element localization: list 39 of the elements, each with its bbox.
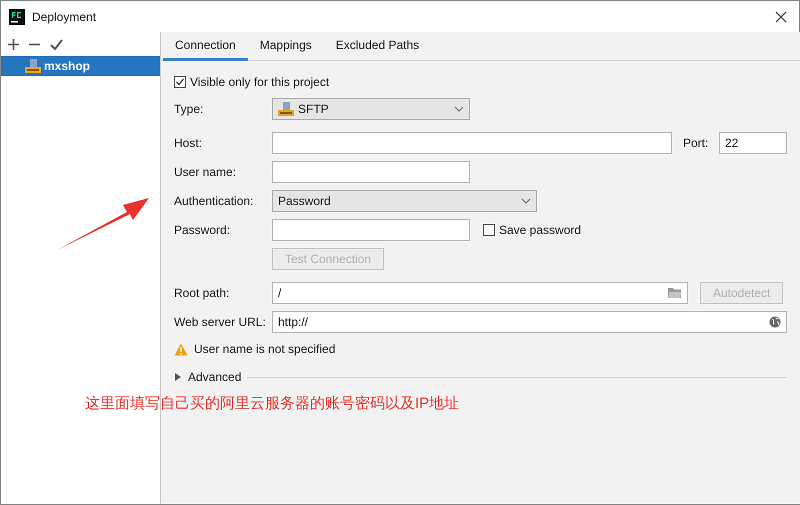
field-label: User name: bbox=[174, 164, 238, 178]
root-path-field[interactable]: / bbox=[272, 282, 688, 304]
type-dropdown[interactable]: SFTP bbox=[272, 98, 470, 120]
field-label: Authentication: bbox=[174, 194, 254, 208]
checkbox-label: Save password bbox=[499, 222, 582, 236]
warning-message: User name is not specified bbox=[194, 342, 336, 356]
field-label: Web server URL: bbox=[174, 314, 267, 328]
annotation-text: 这里面填写自己买的阿里云服务器的账号密码以及IP地址 bbox=[85, 394, 460, 413]
sidebar-item[interactable]: mxshop bbox=[1, 56, 160, 76]
checkbox-label: Visible only for this project bbox=[190, 75, 330, 89]
tab[interactable]: Excluded Paths bbox=[324, 32, 432, 61]
server-icon bbox=[278, 100, 294, 116]
password-field[interactable] bbox=[272, 218, 470, 240]
dropdown-caret-icon bbox=[454, 106, 464, 112]
globe-icon[interactable] bbox=[769, 316, 781, 328]
folder-icon[interactable] bbox=[668, 287, 682, 298]
field-label: Port: bbox=[683, 136, 710, 150]
field-label: Password: bbox=[174, 222, 232, 236]
warning-icon bbox=[174, 342, 188, 356]
checkbox[interactable] bbox=[174, 76, 186, 88]
app-logo-icon bbox=[9, 8, 25, 24]
window-title: Deployment bbox=[32, 10, 96, 24]
checkbox[interactable] bbox=[483, 224, 495, 236]
advanced-section-toggle[interactable]: Advanced bbox=[188, 370, 242, 384]
tab[interactable]: Connection bbox=[163, 32, 248, 61]
dropdown-caret-icon bbox=[521, 198, 531, 204]
checkmark-icon[interactable] bbox=[50, 38, 63, 50]
collapsed-triangle-icon[interactable] bbox=[174, 373, 182, 381]
field-label: Host: bbox=[174, 136, 204, 150]
server-icon bbox=[25, 58, 41, 74]
authentication-dropdown[interactable]: Password bbox=[272, 190, 537, 212]
tab[interactable]: Mappings bbox=[248, 32, 324, 61]
field-label: Root path: bbox=[174, 286, 230, 300]
host-field[interactable] bbox=[272, 132, 672, 154]
web-server-url-field[interactable]: http:// bbox=[272, 310, 787, 332]
add-icon[interactable] bbox=[8, 38, 19, 50]
field-label: Type: bbox=[174, 102, 204, 116]
port-field[interactable]: 22 bbox=[719, 132, 787, 154]
user-name-field[interactable] bbox=[272, 160, 470, 182]
